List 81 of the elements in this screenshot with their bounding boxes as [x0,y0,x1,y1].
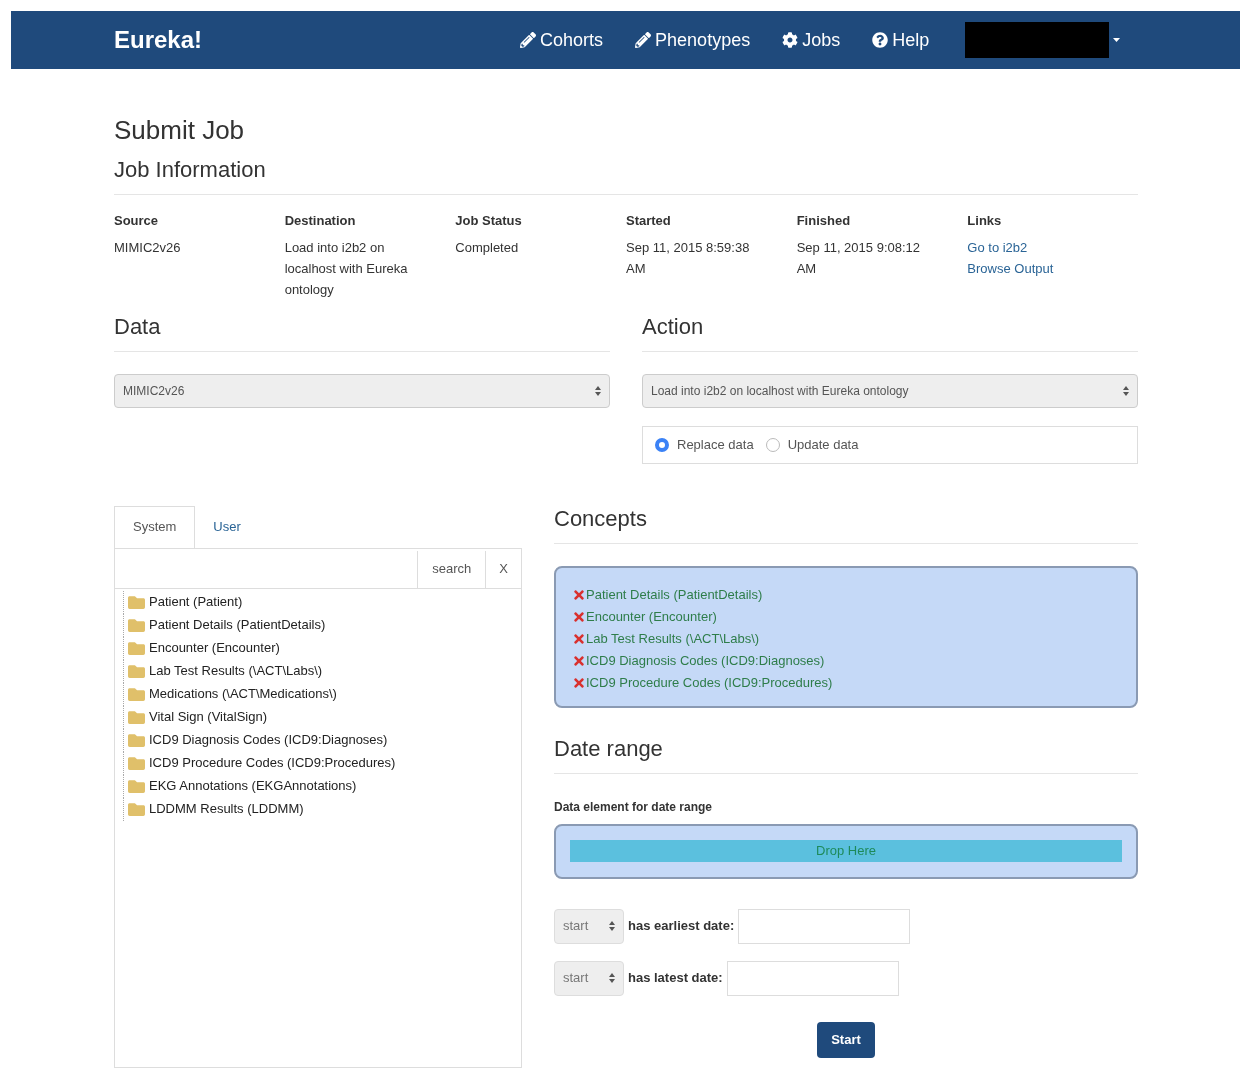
tree-item[interactable]: Encounter (Encounter) [149,638,280,658]
help-icon [872,32,889,48]
folder-icon [128,708,145,726]
section-heading: Action [642,312,705,341]
concept-item: ICD9 Procedure Codes (ICD9:Procedures) [586,673,833,692]
folder-icon [128,754,145,772]
folder-icon [128,593,145,611]
start-button[interactable]: Start [817,1021,875,1058]
field-label: has latest date: [628,969,723,988]
folder-icon [128,639,145,657]
link[interactable]: Go to i2b2 [967,236,1122,258]
section-heading: Job Information [114,156,267,184]
date-field[interactable] [726,960,899,996]
clear-button[interactable]: X [486,550,521,588]
folder-icon [128,616,145,634]
date-select[interactable]: start [554,960,624,996]
concept-item: ICD9 Diagnosis Codes (ICD9:Diagnoses) [586,651,825,670]
section-heading: Concepts [554,504,648,533]
concept-item: Encounter (Encounter) [586,607,717,626]
date-select[interactable]: start [554,908,624,944]
pencil-icon [520,32,537,48]
tab[interactable]: User [195,505,259,548]
tree-item[interactable]: LDDMM Results (LDDMM) [149,799,304,819]
nav-link[interactable]: Phenotypes [635,26,751,54]
tree-item[interactable]: EKG Annotations (EKGAnnotations) [149,776,357,796]
nav-link[interactable]: Cohorts [520,26,604,54]
pencil-icon [635,32,652,48]
column-header: Finished [796,212,852,230]
section-heading: Data [114,312,162,341]
nav-link[interactable]: Help [872,26,930,54]
caret-icon[interactable] [1113,38,1121,42]
cell-value: MIMIC2v26 [114,238,182,257]
cell-value: Sep 11, 2015 8:59:38 AM [626,238,751,278]
cell-value: Completed [455,238,520,257]
gear-icon [782,32,799,48]
tree-item[interactable]: ICD9 Procedure Codes (ICD9:Procedures) [149,753,396,773]
concept-item: Patient Details (PatientDetails) [586,585,763,604]
tree-item[interactable]: Lab Test Results (\ACT\Labs\) [149,661,323,681]
section-heading: Date range [554,734,664,763]
folder-icon [128,800,145,818]
folder-icon [128,662,145,680]
radio-button[interactable] [655,437,669,452]
tab[interactable]: System [114,505,196,548]
column-header: Started [626,212,672,230]
column-header: Destination [284,212,357,230]
remove-icon[interactable] [572,609,586,624]
radio-button[interactable] [765,437,780,452]
tree-item[interactable]: Vital Sign (VitalSign) [149,707,268,727]
tree-item[interactable]: Patient Details (PatientDetails) [149,615,326,635]
updown-arrows-icon [609,921,615,931]
updown-arrows-icon [1123,385,1129,396]
date-field[interactable] [738,908,911,944]
folder-icon [128,685,145,703]
column-header: Job Status [455,212,523,230]
radio-label: Replace data [677,435,754,454]
cell-value: Load into i2b2 on localhost with Eureka ontology [284,238,409,299]
updown-arrows-icon [595,385,601,396]
remove-icon[interactable] [572,631,586,646]
tree-item[interactable]: Medications (\ACT\Medications\) [149,684,337,704]
updown-arrows-icon [609,973,615,983]
column-header: Links [967,212,1003,230]
folder-icon [128,777,145,795]
search-button[interactable]: search [418,550,487,588]
remove-icon[interactable] [572,675,586,690]
nav-link[interactable]: Jobs [782,26,841,54]
link[interactable]: Browse Output [967,257,1122,279]
field-label: Data element for date range [554,798,714,816]
remove-icon[interactable] [572,587,586,602]
cell-value: Sep 11, 2015 9:08:12 AM [796,238,922,278]
remove-icon[interactable] [572,653,586,668]
page-title: Submit Job [114,114,246,147]
folder-icon [128,731,145,749]
tree-item[interactable]: Patient (Patient) [149,592,243,612]
column-header: Source [114,212,160,230]
field-label: has earliest date: [628,917,735,936]
radio-label: Update data [787,435,859,454]
brand-logo[interactable]: Eureka! [114,22,203,58]
data-select[interactable]: MIMIC2v26 [114,373,610,408]
tree-item[interactable]: ICD9 Diagnosis Codes (ICD9:Diagnoses) [149,730,388,750]
action-select[interactable]: Load into i2b2 on localhost with Eureka ontology [642,373,1138,408]
concept-item: Lab Test Results (\ACT\Labs\) [586,629,760,648]
